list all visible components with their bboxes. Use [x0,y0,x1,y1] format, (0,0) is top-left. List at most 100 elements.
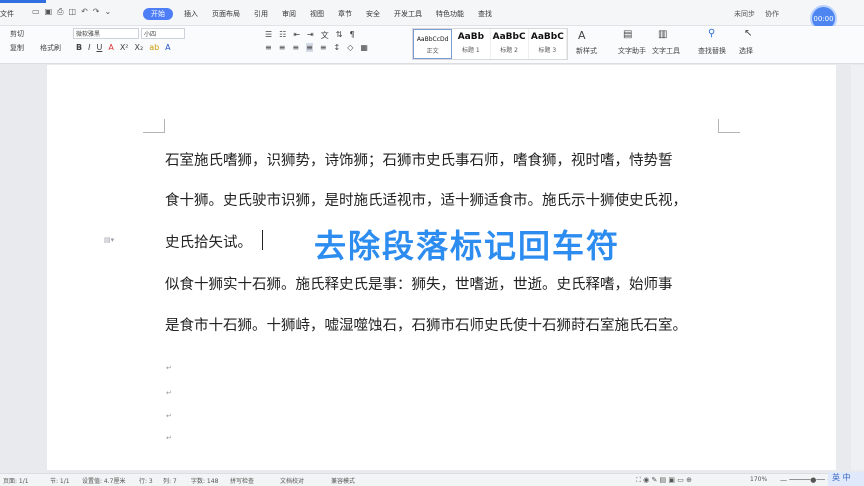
text-assist-icon[interactable]: ▤ [623,29,632,40]
print-icon[interactable]: ⎙ [57,7,63,17]
paragraph-handle-icon[interactable]: ▤▾ [104,236,114,244]
text-cursor [262,230,263,250]
zoom-slider[interactable]: — ─────●── + [780,476,833,484]
more-icon[interactable]: ⌄ [105,7,112,17]
wordcount-indicator[interactable]: 字数: 148 [191,476,218,485]
search-icon[interactable]: ⚲ [708,28,715,39]
preview-icon[interactable]: ◫ [69,7,77,17]
tab-features[interactable]: 特色功能 [429,8,471,20]
redo-icon[interactable]: ↷ [93,7,100,17]
increase-indent-icon[interactable]: ⇥ [307,30,314,41]
active-indicator [0,0,46,3]
copy-button[interactable]: 复制 [10,43,24,53]
undo-icon[interactable]: ↶ [81,7,88,17]
italic-icon[interactable]: I [88,43,90,52]
chinese-layout-icon[interactable]: 文 [321,30,329,41]
vertical-scrollbar[interactable] [851,65,864,470]
font-color-icon[interactable]: A [108,43,113,52]
document-line[interactable]: 是食市十石狮。十狮峙，嘘湿噬蚀石，石狮市石师史氏使十石狮莳石室施氏石室。 [165,314,718,335]
paragraph-buttons: ☰ ☷ ⇤ ⇥ 文 ⇅ ¶ [265,30,355,41]
tab-security[interactable]: 安全 [359,8,387,20]
shading-icon[interactable]: ◇ [347,43,353,52]
decrease-indent-icon[interactable]: ⇤ [293,30,300,41]
select-cursor-icon[interactable]: ↖ [744,28,752,39]
style-name: 标题 3 [538,47,557,54]
line-spacing-icon[interactable]: ↕ [334,43,341,52]
text-tools-button[interactable]: 文字工具 [652,46,680,56]
file-menu[interactable]: 文件 [0,9,14,19]
style-heading-1[interactable]: AaBb 标题 1 [452,29,491,59]
quick-access-toolbar: ▭ ▣ ⎙ ◫ ↶ ↷ ⌄ [32,7,111,17]
open-icon[interactable]: ▭ [32,7,40,17]
overlay-title: 去除段落标记回车符 [314,227,621,265]
document-line[interactable]: 食十狮。史氏驶市识狮，是时施氏适视市，适十狮适食市。施氏示十狮使史氏视， [165,189,687,210]
style-sample: AaBbC [492,32,526,42]
underline-icon[interactable]: U [96,43,102,52]
paragraph-mark: ↵ [166,434,172,442]
sort-icon[interactable]: ⇅ [336,30,343,41]
sync-button[interactable]: 未同步 [734,9,755,19]
position-indicator[interactable]: 设置值: 4.7厘米 [82,476,125,485]
paragraph-mark: ↵ [166,364,172,372]
align-right-icon[interactable]: ≡ [292,43,299,52]
compat-mode: 兼容模式 [331,478,356,485]
ribbon-tabs: 开始 插入 页面布局 引用 审阅 视图 章节 安全 开发工具 特色功能 查找 [143,8,499,20]
font-name-select[interactable]: 微软雅黑 [73,28,139,39]
style-heading-2[interactable]: AaBbC 标题 2 [491,29,529,59]
tab-section[interactable]: 章节 [331,8,359,20]
select-button[interactable]: 选择 [739,46,753,56]
collab-button[interactable]: 协作 [765,9,779,19]
find-replace-button[interactable]: 查找替换 [698,46,726,56]
tab-page-layout[interactable]: 页面布局 [205,8,247,20]
document-line[interactable]: 史氏拾矢试。 [165,231,252,252]
align-center-icon[interactable]: ≡ [279,43,286,52]
highlight-icon[interactable]: ab [149,43,159,52]
style-sample: AaBbCcDd [416,36,449,43]
tab-insert[interactable]: 插入 [177,8,205,20]
format-painter-button[interactable]: 格式刷 [40,43,61,53]
text-color-icon[interactable]: A [165,43,170,52]
style-gallery: AaBbCcDd 正文 AaBb 标题 1 AaBbC 标题 2 AaBbC 标题 3 [412,28,568,60]
style-heading-3[interactable]: AaBbC 标题 3 [529,29,567,59]
style-normal[interactable]: AaBbCcDd 正文 [413,29,453,59]
bold-icon[interactable]: B [76,43,82,52]
style-name: 标题 2 [500,47,518,54]
border-icon[interactable]: ▦ [360,43,368,52]
show-marks-icon[interactable]: ¶ [349,30,354,41]
superscript-icon[interactable]: X² [120,43,129,52]
paragraph-mark: ↵ [166,389,172,397]
number-list-icon[interactable]: ☷ [279,30,286,41]
col-indicator: 列: 7 [163,478,177,485]
tab-review[interactable]: 审阅 [275,8,303,20]
text-assist-button[interactable]: 文字助手 [618,46,646,56]
align-left-icon[interactable]: ≡ [265,43,272,52]
view-mode-icons[interactable]: ⛶ ◉ ✎ ▤ ▣ ▭ ⊕ [636,476,692,485]
new-style-button[interactable]: 新样式 [576,46,597,56]
tab-developer[interactable]: 开发工具 [387,8,429,20]
distribute-icon[interactable]: ≡ [320,43,327,52]
document-line[interactable]: 似食十狮实十石狮。施氏释史氏是事：狮失，世嗜逝，世逝。史氏释嗜，始师事 [165,273,673,294]
bullet-list-icon[interactable]: ☰ [265,30,272,41]
subscript-icon[interactable]: X₂ [135,43,144,52]
tab-view[interactable]: 视图 [303,8,331,20]
justify-icon[interactable]: ≡ [306,43,313,52]
font-size-select[interactable]: 小四 [141,28,185,39]
tab-home[interactable]: 开始 [143,8,173,20]
cut-button[interactable]: 剪切 [10,29,24,39]
zoom-level[interactable]: 170% [750,476,767,483]
doc-check-button[interactable]: 文档校对 [280,476,304,485]
page-indicator[interactable]: 页面: 1/1 [3,476,29,485]
tab-references[interactable]: 引用 [247,8,275,20]
new-style-icon[interactable]: A [578,29,586,42]
paragraph-mark: ↵ [166,412,172,420]
style-name: 标题 1 [462,47,480,54]
tab-search[interactable]: 查找 [471,8,499,20]
text-tools-icon[interactable]: ▥ [658,29,667,40]
spellcheck-button[interactable]: 拼写检查 [230,476,254,485]
save-icon[interactable]: ▣ [45,7,53,17]
menubar-right: 未同步 协作 [734,9,779,19]
document-line[interactable]: 石室施氏嗜狮，识狮势，诗饰狮；石狮市史氏事石师，嗜食狮，视时嗜，恃势誓 [165,149,673,170]
section-indicator[interactable]: 节: 1/1 [50,476,70,485]
ime-indicator[interactable]: 英 中 [828,472,864,486]
ribbon-toolbar: 剪切 复制 格式刷 微软雅黑 小四 B I U A X² X₂ ab A ☰ ☷… [0,26,864,64]
